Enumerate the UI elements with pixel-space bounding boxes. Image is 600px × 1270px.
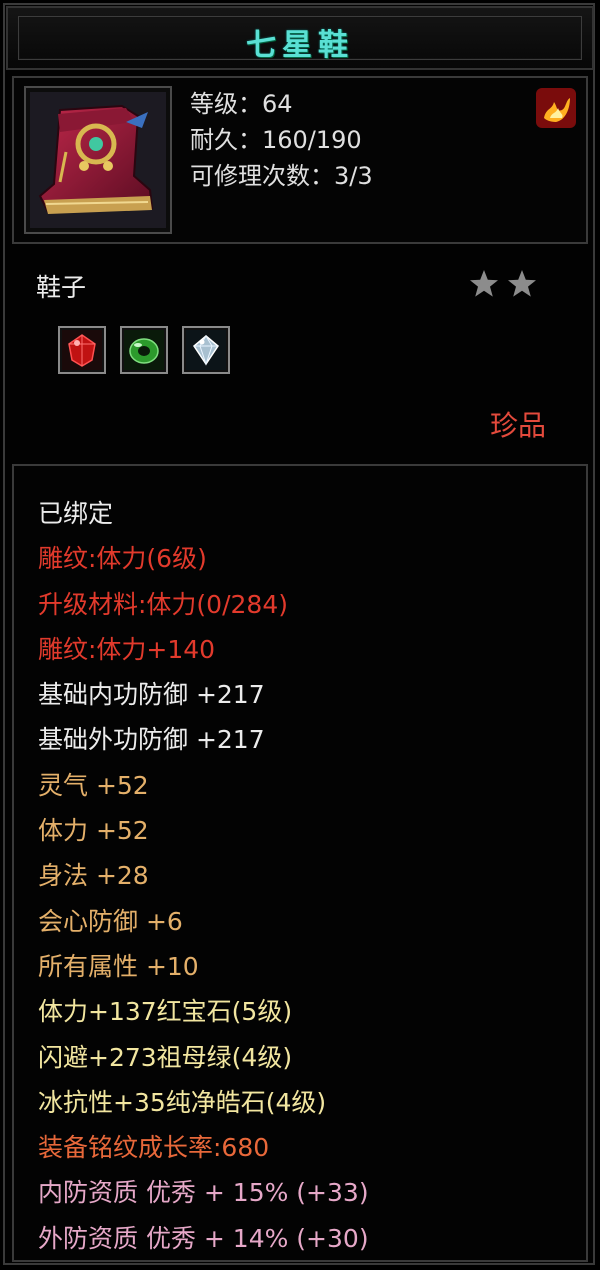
title-bar: 七星鞋 — [6, 6, 594, 70]
attribute-line: 内防资质 优秀 + 15% (+33) — [38, 1178, 369, 1208]
attribute-line: 雕纹:体力+140 — [38, 634, 216, 664]
item-info-panel: 等级：64 耐久：160/190 可修理次数：3/3 — [12, 76, 588, 244]
ruby-gem-icon — [62, 330, 102, 370]
boot-icon — [30, 92, 166, 228]
emerald-gem-icon — [124, 330, 164, 370]
attribute-line: 已绑定 — [38, 499, 114, 528]
attribute-line: 外防资质 优秀 + 14% (+30) — [38, 1223, 369, 1253]
diamond-gem-icon — [186, 330, 226, 370]
star-icon — [470, 270, 498, 297]
gem-slot-diamond[interactable] — [182, 326, 230, 374]
attribute-line: 体力+137红宝石(5级) — [38, 997, 293, 1027]
item-icon-slot — [24, 86, 172, 234]
item-level: 等级：64 — [190, 90, 293, 118]
fire-element-icon — [536, 88, 576, 128]
attribute-line: 冰抗性+35纯净皓石(4级) — [38, 1087, 327, 1117]
attribute-line: 基础外功防御 +217 — [38, 725, 265, 755]
attribute-line: 灵气 +52 — [38, 770, 149, 800]
star-icon — [508, 270, 536, 297]
attribute-line: 升级材料:体力(0/284) — [38, 589, 288, 619]
star-rating — [468, 268, 544, 304]
attribute-line: 闪避+273祖母绿(4级) — [38, 1042, 293, 1072]
attribute-line: 体力 +52 — [38, 816, 149, 846]
item-quality: 珍品 — [490, 409, 547, 442]
item-repair-count: 可修理次数：3/3 — [190, 162, 373, 190]
item-name: 七星鞋 — [246, 28, 354, 63]
gem-slot-emerald[interactable] — [120, 326, 168, 374]
attribute-line: 会心防御 +6 — [38, 906, 183, 936]
item-type: 鞋子 — [36, 273, 87, 302]
attribute-line: 基础内功防御 +217 — [38, 680, 265, 710]
gem-slot-ruby[interactable] — [58, 326, 106, 374]
attribute-line: 雕纹:体力(6级) — [38, 544, 207, 574]
item-stats: 等级：64 耐久：160/190 可修理次数：3/3 — [190, 86, 373, 194]
attributes-panel: 已绑定雕纹:体力(6级) 升级材料:体力(0/284) 雕纹:体力+140 基础内功防… — [12, 464, 588, 1262]
attribute-line: 所有属性 +10 — [38, 951, 199, 981]
attribute-list: 已绑定雕纹:体力(6级) 升级材料:体力(0/284) 雕纹:体力+140 基础内功防… — [38, 496, 369, 1266]
attribute-line: 装备铭纹成长率:680 — [38, 1133, 270, 1163]
item-durability: 耐久：160/190 — [190, 126, 362, 154]
attribute-line: 身法 +28 — [38, 861, 149, 891]
